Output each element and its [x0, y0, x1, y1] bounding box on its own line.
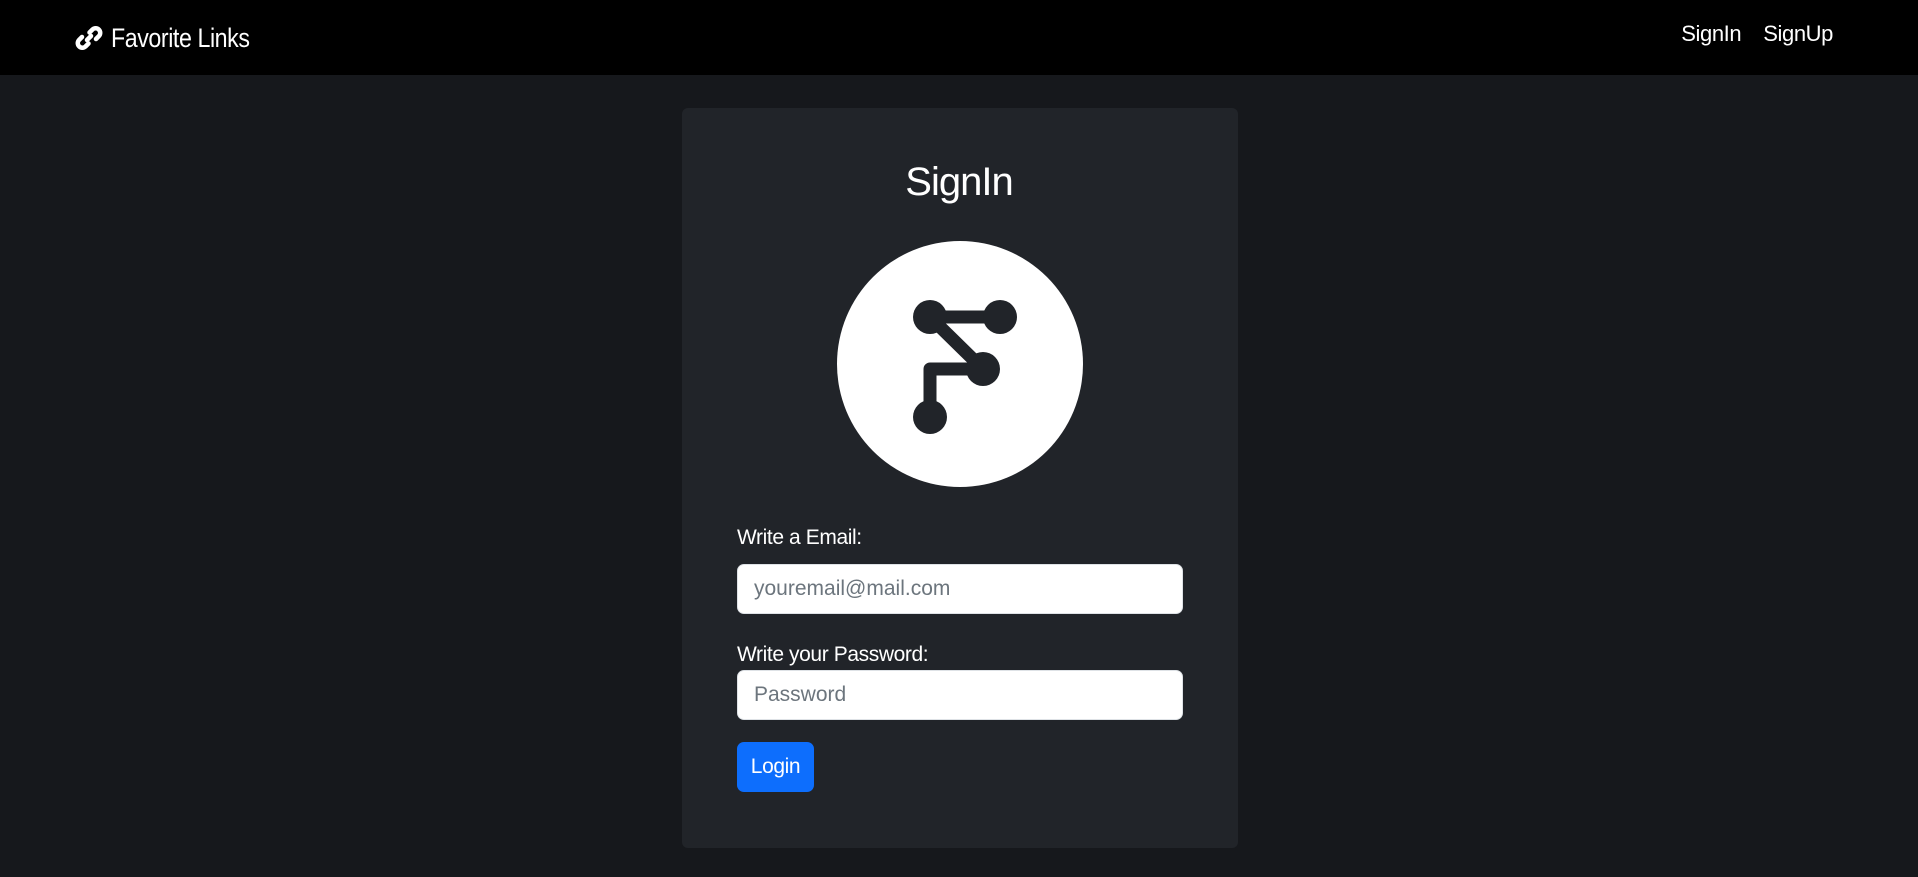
- nav-signin-link[interactable]: SignIn: [1681, 21, 1741, 47]
- link-icon: [75, 26, 103, 50]
- brand-name: Favorite Links: [111, 22, 250, 53]
- brand-link[interactable]: Favorite Links: [75, 19, 272, 57]
- top-navbar: Favorite Links SignIn SignUp: [0, 0, 1918, 75]
- login-button[interactable]: Login: [737, 742, 814, 792]
- email-input[interactable]: [737, 564, 1183, 614]
- nav-links: SignIn SignUp: [1681, 21, 1833, 47]
- git-branch-logo-icon: [837, 241, 1083, 487]
- password-input[interactable]: [737, 670, 1183, 720]
- signin-title: SignIn: [905, 160, 1013, 204]
- email-label: Write a Email:: [737, 526, 862, 549]
- password-label: Write your Password:: [737, 643, 929, 666]
- nav-signup-link[interactable]: SignUp: [1763, 21, 1833, 47]
